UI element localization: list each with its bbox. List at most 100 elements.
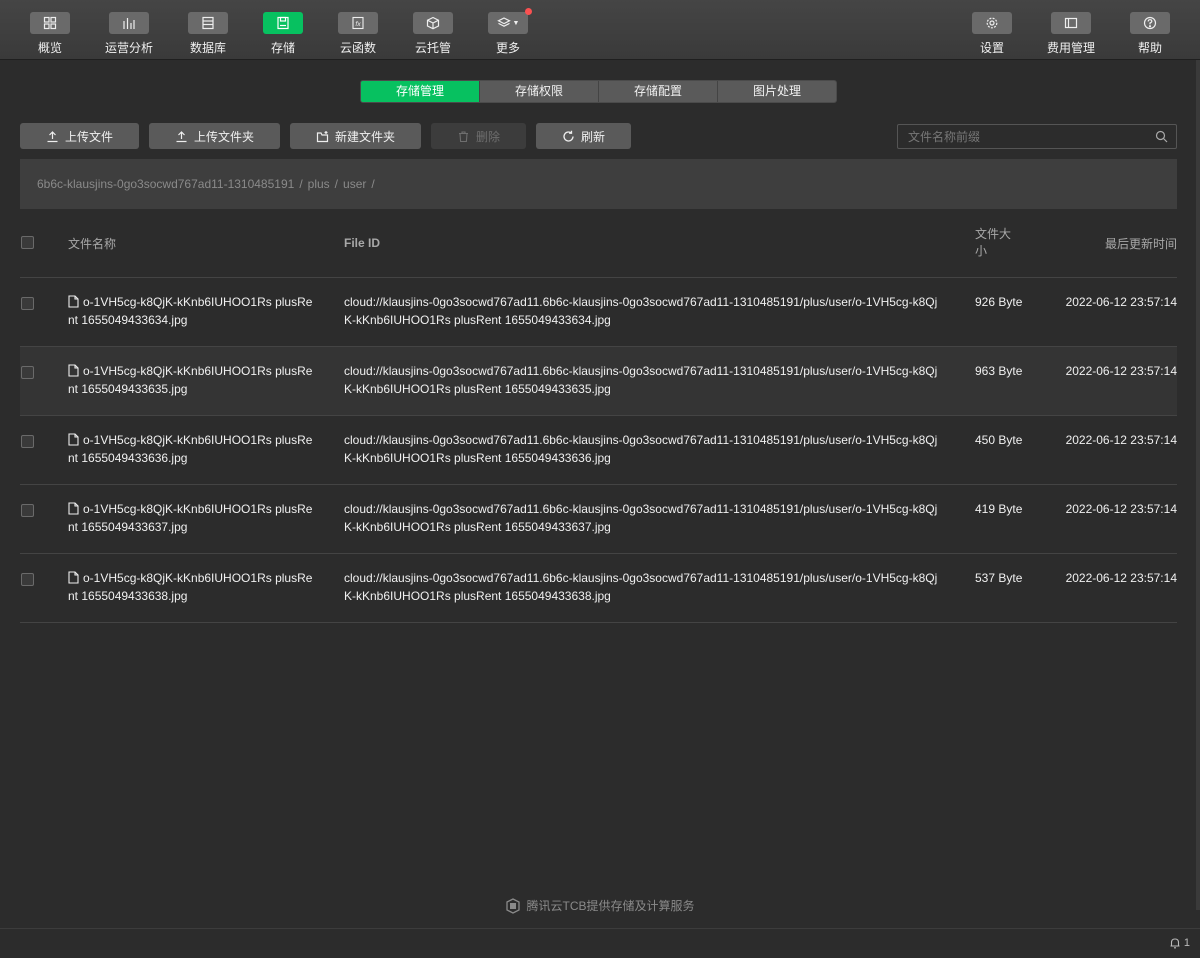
scrollbar[interactable] [1196,60,1200,910]
upload-icon [47,130,58,142]
footer-brand: 腾讯云TCB提供存储及计算服务 [0,897,1200,914]
toolbar-more[interactable]: ▼ 更多 [468,8,548,56]
toolbar-hosting[interactable]: 云托管 [393,12,473,56]
delete-label: 删除 [475,129,500,144]
file-name: o-1VH5cg-k8QjK-kKnb6IUHOO1Rs plusRent 16… [68,502,313,534]
storage-icon [263,12,303,34]
search-icon[interactable] [1155,130,1168,143]
toolbar-label: 概览 [37,41,62,55]
toolbar-overview[interactable]: 概览 [10,12,90,56]
refresh-button[interactable]: 刷新 [536,123,631,149]
file-id: cloud://klausjins-0go3socwd767ad11.6b6c-… [344,433,938,465]
table-row[interactable]: o-1VH5cg-k8QjK-kKnb6IUHOO1Rs plusRent 16… [20,278,1177,347]
file-name-cell[interactable]: o-1VH5cg-k8QjK-kKnb6IUHOO1Rs plusRent 16… [68,431,318,467]
header-file-size[interactable]: 文件大小 [975,226,1019,260]
cube-icon [413,12,453,34]
footer-brand-text: 腾讯云TCB提供存储及计算服务 [526,899,695,913]
file-name-cell[interactable]: o-1VH5cg-k8QjK-kKnb6IUHOO1Rs plusRent 16… [68,500,318,536]
file-id: cloud://klausjins-0go3socwd767ad11.6b6c-… [344,364,938,396]
file-name-cell[interactable]: o-1VH5cg-k8QjK-kKnb6IUHOO1Rs plusRent 16… [68,293,318,329]
tab-storage-management[interactable]: 存储管理 [361,81,480,102]
breadcrumb: 6b6c-klausjins-0go3socwd767ad11-13104851… [20,159,1177,209]
tab-storage-config[interactable]: 存储配置 [599,81,718,102]
upload-file-button[interactable]: 上传文件 [20,123,139,149]
table-header: 文件名称 File ID 文件大小 最后更新时间 [20,209,1177,278]
refresh-icon [563,130,574,142]
new-folder-button[interactable]: 新建文件夹 [290,123,421,149]
file-name: o-1VH5cg-k8QjK-kKnb6IUHOO1Rs plusRent 16… [68,295,313,327]
notification-dot [525,8,532,15]
breadcrumb-plus[interactable]: plus [308,177,330,191]
file-size: 926 Byte [975,295,1023,309]
file-icon [68,364,79,377]
file-id: cloud://klausjins-0go3socwd767ad11.6b6c-… [344,502,938,534]
top-toolbar: 概览 运营分析 数据库 存储 fx 云函数 云托管 ▼ 更多 设置 费用管理 帮… [0,0,1200,60]
notification-button[interactable]: 1 [1169,937,1190,949]
updated-time: 2022-06-12 23:57:14 [1065,364,1177,378]
updated-time: 2022-06-12 23:57:14 [1065,502,1177,516]
breadcrumb-separator: / [299,177,303,191]
tab-storage-permissions[interactable]: 存储权限 [480,81,599,102]
toolbar-settings[interactable]: 设置 [952,12,1032,56]
file-name-cell[interactable]: o-1VH5cg-k8QjK-kKnb6IUHOO1Rs plusRent 16… [68,569,318,605]
table-row[interactable]: o-1VH5cg-k8QjK-kKnb6IUHOO1Rs plusRent 16… [20,554,1177,623]
file-name: o-1VH5cg-k8QjK-kKnb6IUHOO1Rs plusRent 16… [68,433,313,465]
storage-tabs: 存储管理 存储权限 存储配置 图片处理 [360,80,837,103]
delete-button[interactable]: 删除 [431,123,526,149]
row-checkbox[interactable] [21,504,34,517]
toolbar-label: 运营分析 [104,41,153,55]
file-name: o-1VH5cg-k8QjK-kKnb6IUHOO1Rs plusRent 16… [68,364,313,396]
toolbar-label: 云托管 [414,41,451,55]
toolbar-label: 费用管理 [1046,41,1095,55]
table-row[interactable]: o-1VH5cg-k8QjK-kKnb6IUHOO1Rs plusRent 16… [20,347,1177,416]
billing-icon [1051,12,1091,34]
bell-icon [1170,938,1180,949]
toolbar-storage[interactable]: 存储 [243,12,323,56]
upload-icon [176,130,187,142]
breadcrumb-root[interactable]: 6b6c-klausjins-0go3socwd767ad11-13104851… [37,177,294,191]
row-checkbox[interactable] [21,435,34,448]
file-icon [68,433,79,446]
toolbar-label: 更多 [495,41,520,55]
tab-image-processing[interactable]: 图片处理 [718,81,836,102]
table-row[interactable]: o-1VH5cg-k8QjK-kKnb6IUHOO1Rs plusRent 16… [20,416,1177,485]
help-icon [1130,12,1170,34]
file-id: cloud://klausjins-0go3socwd767ad11.6b6c-… [344,295,938,327]
breadcrumb-separator: / [334,177,339,191]
grid-icon [30,12,70,34]
toolbar-billing[interactable]: 费用管理 [1031,12,1111,56]
layers-icon: ▼ [488,8,532,34]
toolbar-label: 存储 [270,41,295,55]
file-size: 419 Byte [975,502,1023,516]
row-checkbox[interactable] [21,297,34,310]
gear-icon [972,12,1012,34]
upload-folder-button[interactable]: 上传文件夹 [149,123,280,149]
file-icon [68,571,79,584]
new-folder-label: 新建文件夹 [334,129,395,144]
trash-icon [458,130,468,142]
toolbar-database[interactable]: 数据库 [168,12,248,56]
search-input[interactable] [898,125,1176,148]
row-checkbox[interactable] [21,573,34,586]
file-name-cell[interactable]: o-1VH5cg-k8QjK-kKnb6IUHOO1Rs plusRent 16… [68,362,318,398]
upload-folder-label: 上传文件夹 [193,129,254,144]
toolbar-functions[interactable]: fx 云函数 [318,12,398,56]
select-all-checkbox[interactable] [21,236,34,249]
database-icon [188,12,228,34]
file-id: cloud://klausjins-0go3socwd767ad11.6b6c-… [344,571,938,603]
row-checkbox[interactable] [21,366,34,379]
header-updated-time[interactable]: 最后更新时间 [1105,235,1177,252]
toolbar-analytics[interactable]: 运营分析 [89,12,169,56]
header-file-name[interactable]: 文件名称 [68,235,116,252]
breadcrumb-user[interactable]: user [343,177,366,191]
updated-time: 2022-06-12 23:57:14 [1065,433,1177,447]
file-name: o-1VH5cg-k8QjK-kKnb6IUHOO1Rs plusRent 16… [68,571,313,603]
file-icon [68,295,79,308]
search-box [897,124,1177,149]
table-row[interactable]: o-1VH5cg-k8QjK-kKnb6IUHOO1Rs plusRent 16… [20,485,1177,554]
function-icon: fx [338,12,378,34]
toolbar-help[interactable]: 帮助 [1110,12,1190,56]
file-size: 450 Byte [975,433,1023,447]
updated-time: 2022-06-12 23:57:14 [1065,571,1177,585]
new-folder-icon [316,130,329,142]
